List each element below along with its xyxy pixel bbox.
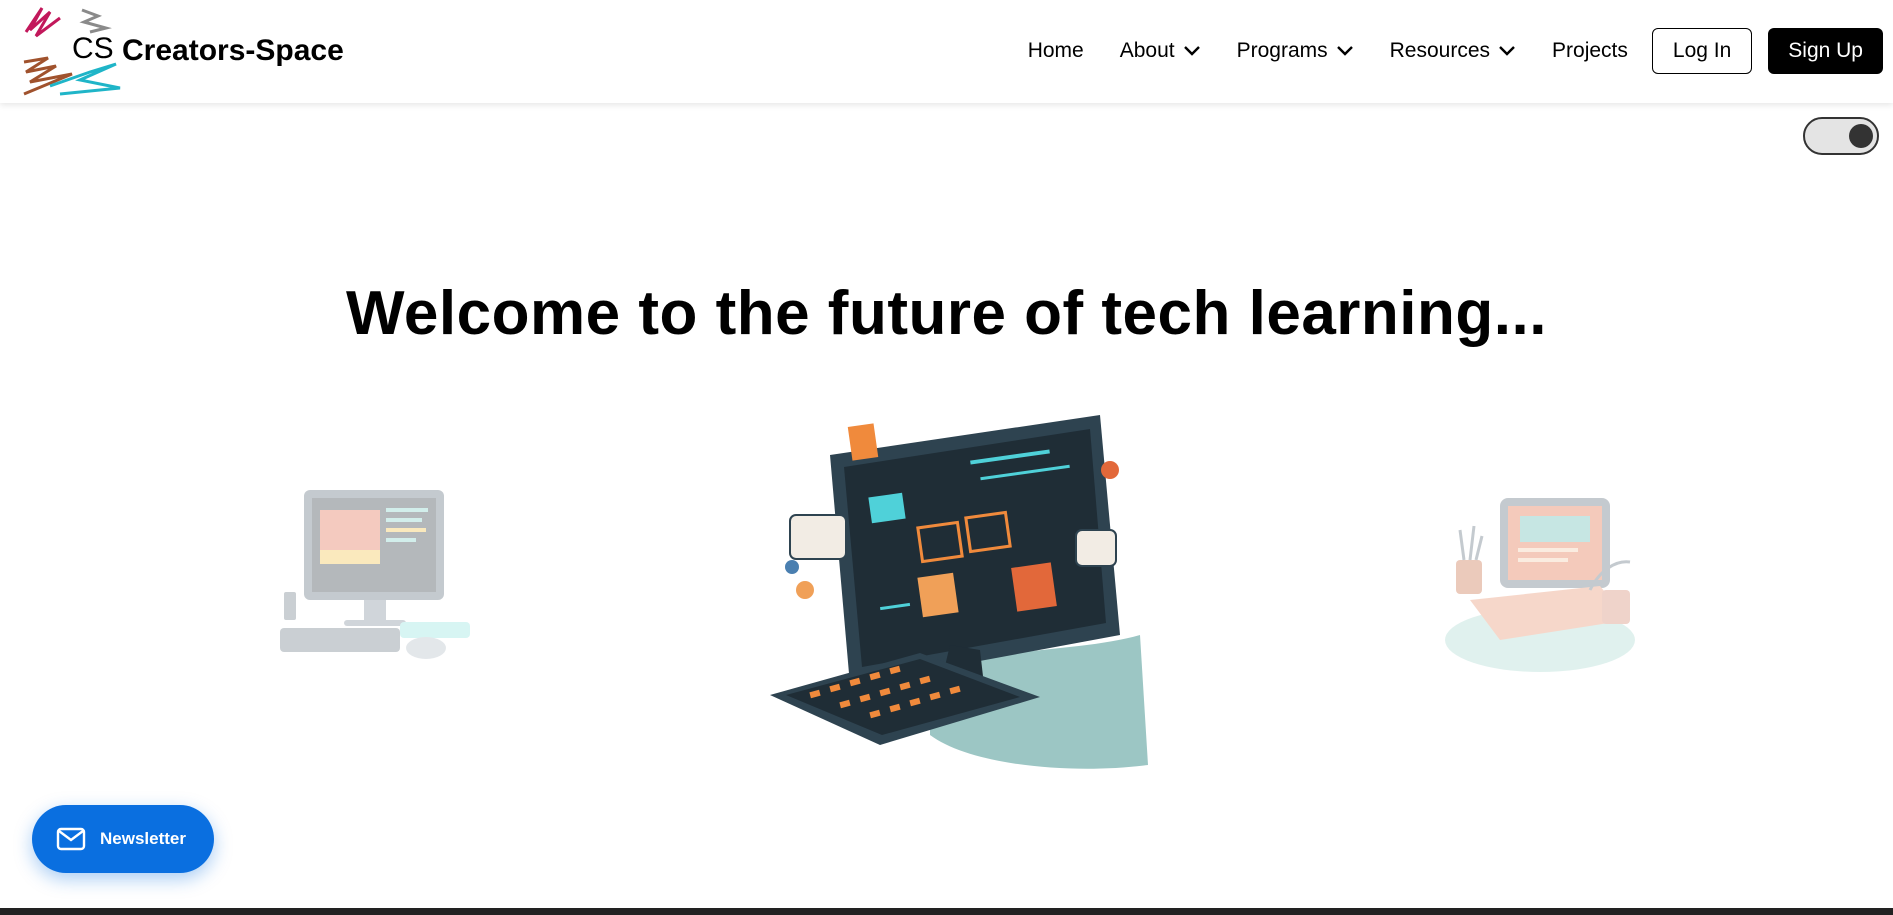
newsletter-button[interactable]: Newsletter (32, 805, 214, 873)
signup-button[interactable]: Sign Up (1768, 28, 1883, 74)
nav-item-label: Projects (1552, 39, 1628, 62)
carousel-slide-monitor[interactable] (770, 395, 1150, 775)
footer-edge (0, 908, 1893, 915)
site-header: CS Creators-Space Home About Programs Re… (0, 0, 1893, 103)
toggle-knob (1849, 124, 1873, 148)
nav-item-label: Programs (1236, 39, 1328, 62)
chevron-down-icon (1183, 46, 1200, 56)
nav-item-programs[interactable]: Programs (1237, 39, 1354, 63)
nav-item-label: About (1119, 39, 1175, 62)
main-nav: Home About Programs Resources Projects L… (1028, 28, 1883, 74)
nav-item-home[interactable]: Home (1028, 39, 1084, 63)
logo-text: CS (72, 32, 114, 65)
hero-title: Welcome to the future of tech learning..… (346, 279, 1547, 348)
nav-item-label: Home (1027, 39, 1084, 62)
carousel-slide-desktop[interactable] (270, 480, 480, 680)
logo[interactable]: CS (20, 2, 124, 100)
desktop-computer-illustration (280, 490, 470, 659)
chevron-down-icon (1499, 46, 1515, 56)
brand-name[interactable]: Creators-Space (122, 34, 344, 68)
nav-item-label: Resources (1389, 39, 1491, 62)
nav-item-projects[interactable]: Projects (1552, 39, 1628, 63)
mail-icon (56, 827, 86, 851)
newsletter-label: Newsletter (100, 829, 186, 848)
laptop-coding-illustration (1445, 498, 1635, 672)
theme-toggle[interactable] (1803, 117, 1879, 155)
futuristic-monitor-keyboard-illustration (770, 415, 1148, 769)
nav-item-about[interactable]: About (1120, 39, 1201, 63)
nav-item-resources[interactable]: Resources (1390, 39, 1516, 63)
chevron-down-icon (1336, 46, 1353, 56)
login-button[interactable]: Log In (1651, 28, 1753, 74)
carousel-slide-laptop[interactable] (1440, 490, 1640, 675)
